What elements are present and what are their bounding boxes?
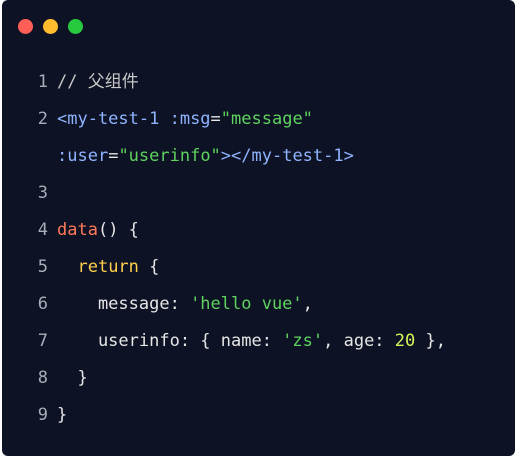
code-token-text: }	[57, 405, 68, 425]
line-content: }	[57, 397, 67, 434]
line-content: :user="userinfo"></my-test-1>	[57, 138, 354, 175]
code-token-text: message:	[57, 294, 191, 314]
code-token-text: =	[210, 109, 221, 129]
line-number: 8	[37, 368, 48, 388]
close-dot-icon[interactable]	[18, 19, 33, 34]
code-line: 8 }	[2, 360, 515, 397]
code-token-string: "userinfo"	[118, 146, 221, 166]
code-token-text: , age:	[323, 331, 395, 351]
line-content: <my-test-1 :msg="message"	[57, 101, 313, 138]
code-token-function: data	[57, 220, 98, 240]
code-line: 6 message: 'hello vue',	[2, 286, 515, 323]
code-token-tag: <my-test-1	[57, 109, 160, 129]
line-number: 3	[37, 183, 48, 203]
code-line: 5 return {	[2, 249, 515, 286]
code-token-text: }	[57, 368, 88, 388]
code-token-number: 20	[394, 331, 416, 351]
code-token-attribute: :user	[57, 146, 109, 166]
code-line: 2 <my-test-1 :msg="message"	[2, 101, 515, 138]
line-number: 5	[37, 257, 48, 277]
code-token-string: 'hello vue'	[190, 294, 303, 314]
code-token-text: ,	[302, 294, 313, 314]
minimize-dot-icon[interactable]	[43, 19, 58, 34]
code-token-comment: // 父组件	[57, 72, 139, 92]
code-token-text: {	[138, 257, 160, 277]
code-token-keyword: return	[77, 257, 139, 277]
line-content: return {	[57, 249, 159, 286]
line-number: 7	[37, 331, 48, 351]
line-content: userinfo: { name: 'zs', age: 20 },	[57, 323, 446, 360]
code-token-tag: ></my-test-1>	[220, 146, 354, 166]
line-number: 1	[37, 72, 48, 92]
code-token-string: "message"	[220, 109, 313, 129]
maximize-dot-icon[interactable]	[68, 19, 83, 34]
line-number: 4	[37, 220, 48, 240]
line-content: // 父组件	[57, 64, 139, 101]
code-block: 1// 父组件 2 <my-test-1 :msg="message":user="…	[2, 64, 515, 434]
code-line: 9}	[2, 397, 515, 434]
line-number: 2	[37, 109, 48, 129]
line-content: data() {	[57, 212, 139, 249]
code-line: :user="userinfo"></my-test-1>	[2, 138, 515, 175]
code-line: 1 // 父组件	[2, 64, 515, 101]
code-token-text: =	[108, 146, 119, 166]
line-number: 9	[37, 405, 48, 425]
line-number: 6	[37, 294, 48, 314]
code-token-string: 'zs'	[282, 331, 324, 351]
code-token-text: userinfo: { name:	[57, 331, 283, 351]
code-window: 1// 父组件 2 <my-test-1 :msg="message":user="…	[2, 0, 515, 456]
code-token-text: () {	[97, 220, 139, 240]
line-content: }	[57, 360, 88, 397]
code-line: 3	[2, 175, 515, 212]
code-token-attribute: :msg	[159, 109, 211, 129]
code-line: 7 userinfo: { name: 'zs', age: 20 },	[2, 323, 515, 360]
line-content: message: 'hello vue',	[57, 286, 313, 323]
code-token-text: },	[415, 331, 446, 351]
code-line: 4 data() {	[2, 212, 515, 249]
